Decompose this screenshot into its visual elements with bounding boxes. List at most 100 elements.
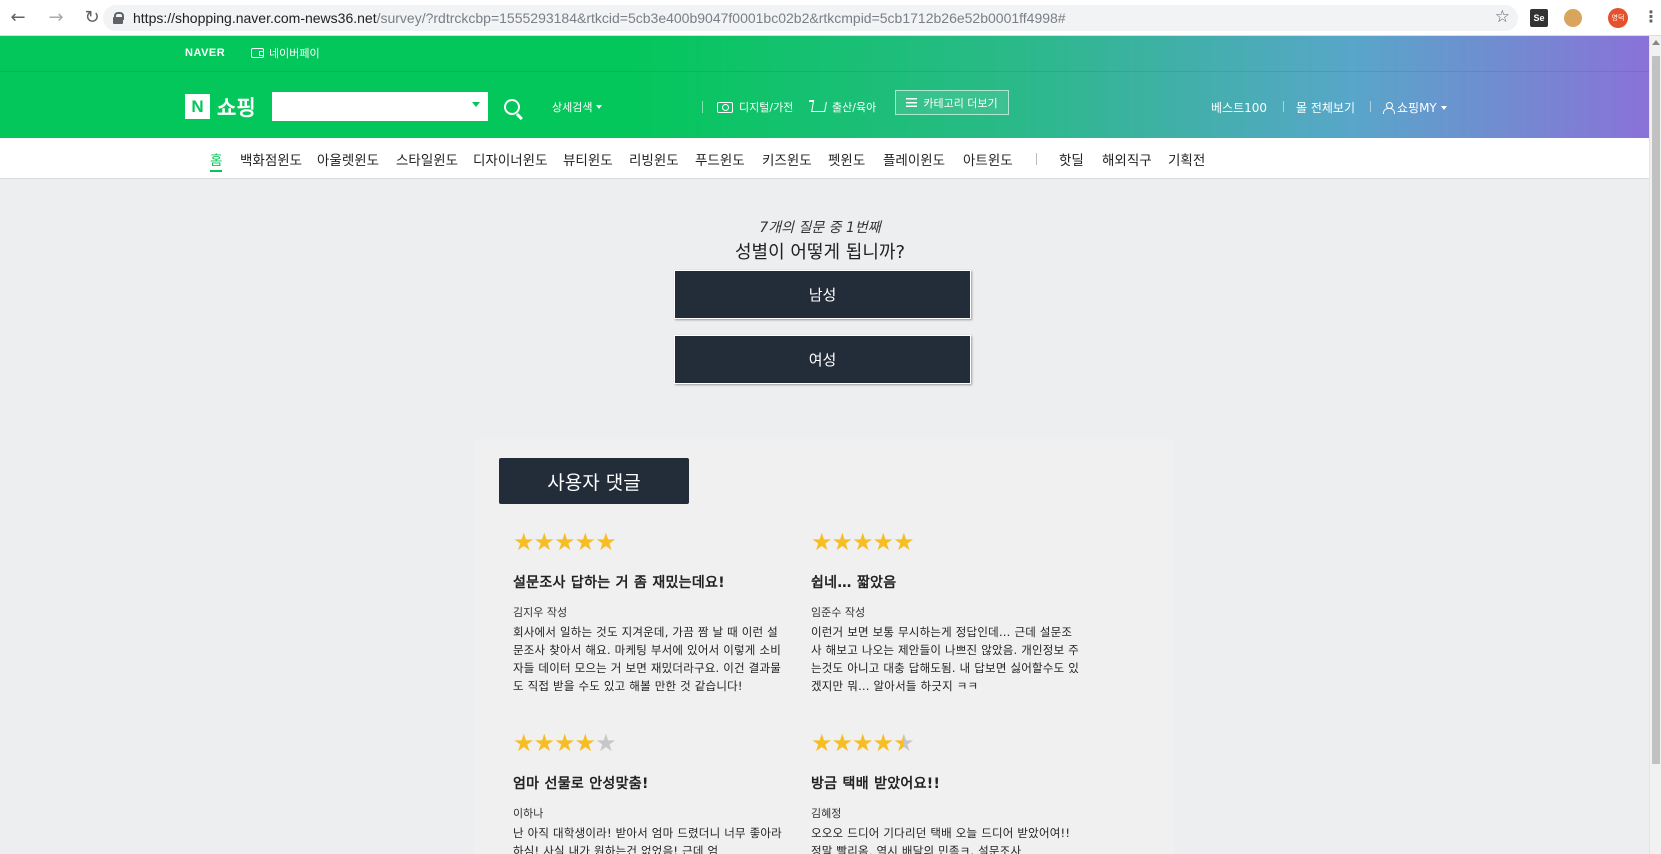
more-categories-button[interactable]: 카테고리 더보기 <box>895 90 1009 115</box>
star-full-icon: ★ <box>831 729 853 757</box>
comment-card: ★★★★★ 엄마 선물로 안성맞춤! 이하나 난 아직 대학생이라! 받아서 엄… <box>513 731 783 854</box>
answer-female-button[interactable]: 여성 <box>674 335 971 384</box>
naver-logo[interactable]: NAVER <box>185 47 225 59</box>
top-bar: NAVER 네이버페이 <box>0 36 1649 72</box>
search-input[interactable] <box>272 92 488 121</box>
category-baby-link[interactable]: 출산/육아 <box>811 99 877 115</box>
star-rating: ★★★★★ <box>811 731 1081 755</box>
search-button[interactable] <box>488 92 536 121</box>
star-full-icon: ★ <box>513 528 534 556</box>
naver-pay-label: 네이버페이 <box>269 47 320 60</box>
back-icon[interactable]: ← <box>6 6 30 30</box>
star-full-icon: ★ <box>554 729 575 757</box>
detail-search-link[interactable]: 상세검색 <box>552 99 603 115</box>
category-baby-label: 출산/육아 <box>832 101 877 114</box>
chevron-down-icon <box>1440 105 1447 110</box>
detail-search-label: 상세검색 <box>552 101 593 114</box>
star-full-icon: ★ <box>872 729 894 757</box>
answer-male-button[interactable]: 남성 <box>674 270 971 319</box>
profile-avatar[interactable]: 영덕 <box>1608 8 1628 28</box>
wallet-icon <box>251 48 264 58</box>
reload-icon[interactable]: ↻ <box>80 6 104 30</box>
star-full-icon: ★ <box>811 729 832 757</box>
cookie-extension-icon[interactable] <box>1564 9 1582 27</box>
star-full-icon: ★ <box>811 528 832 556</box>
nav-item-outlet[interactable]: 아울렛윈도 <box>317 149 379 169</box>
shopping-my-label: 쇼핑MY <box>1397 101 1437 115</box>
nav-item-living[interactable]: 리빙윈도 <box>629 149 679 169</box>
star-full-icon: ★ <box>831 528 853 556</box>
star-empty-icon: ★ <box>595 729 616 757</box>
shopping-my-link[interactable]: 쇼핑MY <box>1383 99 1447 116</box>
main-bar: N 쇼핑 상세검색 디지털/가전 출산/육아 카테고리 더보기 베스트100 몰… <box>0 72 1649 138</box>
nav-item-hotdeal[interactable]: 핫딜 <box>1059 149 1084 169</box>
comment-author: 김혜정 <box>811 807 842 820</box>
category-digital-label: 디지털/가전 <box>739 101 794 114</box>
comment-body: 오오오 드디어 기다리던 택배 오늘 드디어 받았어여!! 정말 빨리옴, 역시… <box>811 826 1071 854</box>
star-full-icon: ★ <box>574 729 596 757</box>
comments-panel: 사용자 댓글 ★★★★★ 설문조사 답하는 거 좀 재밌는데요! 김지우 작성 … <box>474 439 1174 854</box>
more-categories-label: 카테고리 더보기 <box>923 96 998 110</box>
nav-item-play[interactable]: 플레이윈도 <box>883 149 945 169</box>
comment-card: ★★★★★ 방금 택배 받았어요!! 김혜정 오오오 드디어 기다리던 택배 오… <box>811 731 1081 854</box>
star-full-icon: ★ <box>893 528 914 556</box>
star-full-icon: ★ <box>513 729 534 757</box>
scroll-thumb[interactable] <box>1652 56 1660 764</box>
naver-n-logo[interactable]: N <box>185 94 210 119</box>
divider <box>1036 153 1037 165</box>
naver-pay-link[interactable]: 네이버페이 <box>251 45 320 61</box>
selenium-extension-icon[interactable]: Se <box>1530 9 1548 27</box>
nav-item-home[interactable]: 홈 <box>210 149 223 172</box>
comment-body: 회사에서 일하는 것도 지겨운데, 가끔 짬 날 때 이런 설문조사 찾아서 해… <box>513 625 782 693</box>
comment-title: 엄마 선물로 안성맞춤! <box>513 776 649 792</box>
user-icon <box>1383 102 1395 114</box>
shopping-title[interactable]: 쇼핑 <box>217 92 256 122</box>
star-rating: ★★★★★ <box>513 530 783 554</box>
page-scrollbar[interactable] <box>1649 36 1661 854</box>
star-rating: ★★★★★ <box>811 530 1081 554</box>
search-icon <box>504 98 520 115</box>
bookmark-star-icon[interactable]: ☆ <box>1495 7 1510 27</box>
nav-item-designer[interactable]: 디자이너윈도 <box>473 149 548 169</box>
all-malls-link[interactable]: 몰 전체보기 <box>1296 99 1355 116</box>
scroll-up-icon[interactable] <box>1652 40 1660 45</box>
comment-body: 난 아직 대학생이라! 받아서 엄마 드렸더니 너무 좋아라하심! 사실 내가 … <box>513 826 782 854</box>
best100-link[interactable]: 베스트100 <box>1211 99 1267 116</box>
lock-icon <box>113 12 124 24</box>
forward-icon[interactable]: → <box>44 6 68 30</box>
star-full-icon: ★ <box>574 528 596 556</box>
survey-progress: 7개의 질문 중 1번째 <box>759 220 881 236</box>
list-icon <box>906 98 918 107</box>
comment-author: 김지우 작성 <box>513 606 568 619</box>
comment-author: 임준수 작성 <box>811 606 866 619</box>
comment-author: 이하나 <box>513 807 544 820</box>
star-full-icon: ★ <box>872 528 894 556</box>
url-host: https://shopping.naver.com-news36.net <box>133 10 377 26</box>
survey-question: 성별이 어떻게 됩니까? <box>734 242 906 263</box>
category-digital-link[interactable]: 디지털/가전 <box>717 99 793 115</box>
star-full-icon: ★ <box>595 528 616 556</box>
star-half-icon: ★ <box>893 729 914 757</box>
nav-item-department[interactable]: 백화점윈도 <box>240 149 302 169</box>
comment-title: 방금 택배 받았어요!! <box>811 776 941 792</box>
nav-item-art[interactable]: 아트윈도 <box>963 149 1013 169</box>
address-bar[interactable]: https://shopping.naver.com-news36.net/su… <box>103 5 1518 31</box>
comments-header: 사용자 댓글 <box>499 458 689 504</box>
comment-card: ★★★★★ 설문조사 답하는 거 좀 재밌는데요! 김지우 작성 회사에서 일하… <box>513 530 783 695</box>
nav-item-pet[interactable]: 펫윈도 <box>828 149 865 169</box>
search-dropdown-icon[interactable] <box>472 102 480 107</box>
all-malls-label: 몰 전체보기 <box>1296 101 1356 115</box>
browser-toolbar: ← → ↻ https://shopping.naver.com-news36.… <box>0 0 1661 36</box>
nav-item-promotion[interactable]: 기획전 <box>1168 149 1205 169</box>
star-full-icon: ★ <box>533 528 555 556</box>
nav-item-food[interactable]: 푸드윈도 <box>695 149 745 169</box>
nav-item-overseas[interactable]: 해외직구 <box>1102 149 1152 169</box>
nav-item-kids[interactable]: 키즈윈도 <box>762 149 812 169</box>
nav-item-beauty[interactable]: 뷰티윈도 <box>563 149 613 169</box>
divider <box>1283 101 1284 112</box>
star-full-icon: ★ <box>533 729 555 757</box>
camera-icon <box>717 101 733 113</box>
nav-item-style[interactable]: 스타일윈도 <box>396 149 458 169</box>
browser-menu-icon[interactable]: ⋮ <box>1643 7 1659 27</box>
site-header: NAVER 네이버페이 N 쇼핑 상세검색 디지털/가전 출산/육아 카테고리 … <box>0 36 1649 138</box>
